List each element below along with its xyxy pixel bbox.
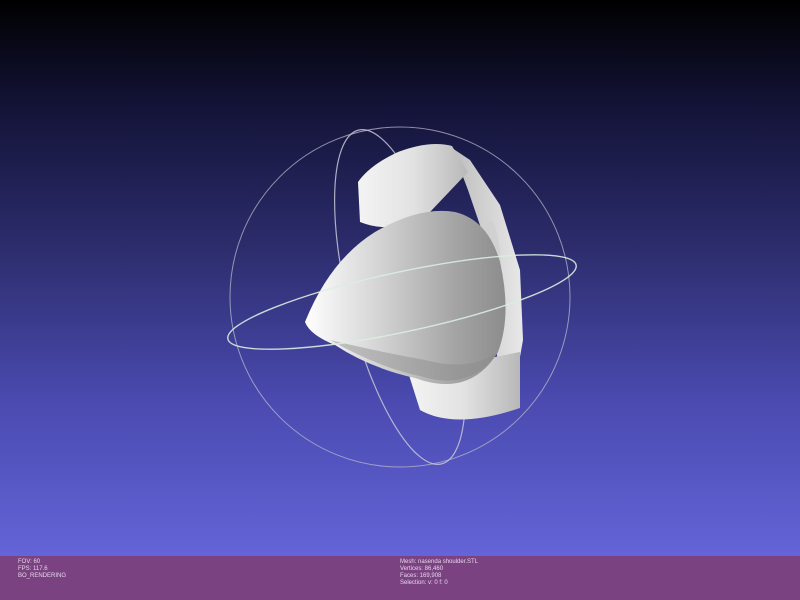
scene-canvas[interactable] xyxy=(0,0,800,556)
mesh-name-readout: Mesh: nasenda shoulder.STL xyxy=(400,559,479,565)
mesh-model[interactable] xyxy=(305,144,523,420)
render-mode-readout: BO_RENDERING xyxy=(18,573,67,579)
status-bar: FOV: 60 FPS: 117.6 BO_RENDERING Mesh: na… xyxy=(0,556,800,600)
status-left-panel: FOV: 60 FPS: 117.6 BO_RENDERING xyxy=(18,559,66,580)
fov-readout: FOV: 60 xyxy=(18,559,41,565)
status-right-panel: Mesh: nasenda shoulder.STL Vertices: 86,… xyxy=(400,559,478,587)
selection-readout: Selection: v: 0 f: 0 xyxy=(400,580,448,586)
vertices-readout: Vertices: 86,460 xyxy=(400,566,444,572)
faces-readout: Faces: 169,908 xyxy=(400,573,442,579)
3d-viewport[interactable] xyxy=(0,0,800,556)
fps-readout: FPS: 117.6 xyxy=(18,566,48,572)
